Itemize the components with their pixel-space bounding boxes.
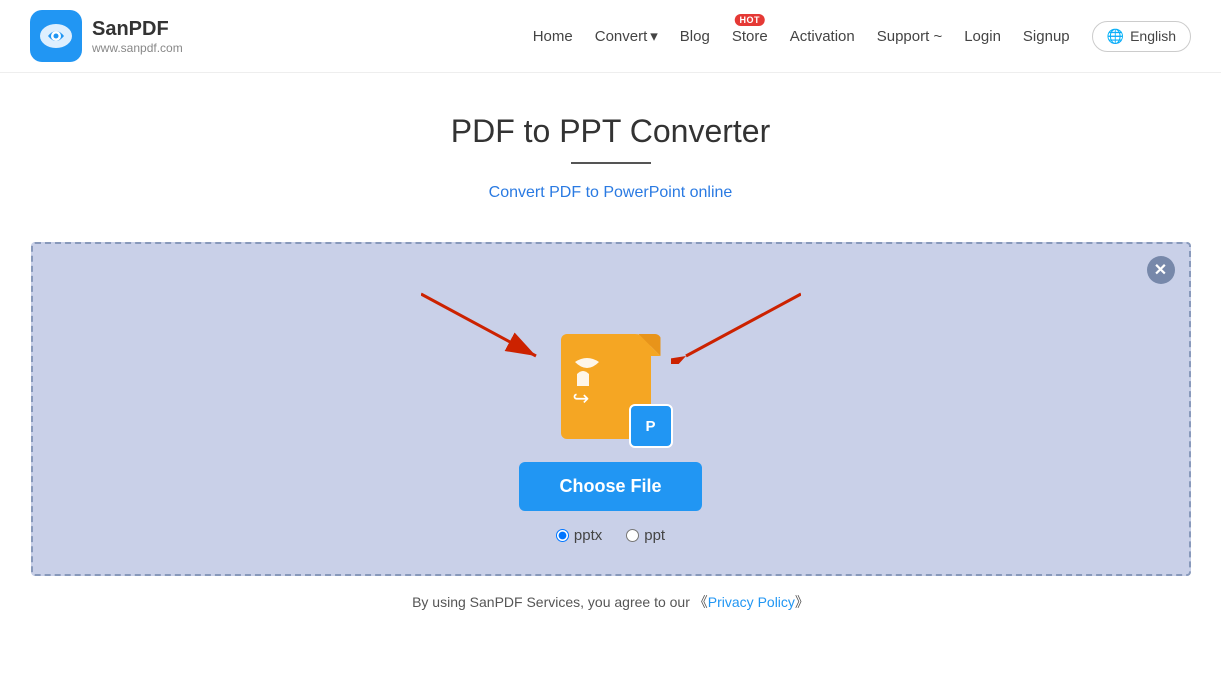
footer-note-prefix: By using SanPDF Services, you agree to o… xyxy=(412,594,708,610)
language-button[interactable]: 🌐 English xyxy=(1092,21,1191,52)
ppt-badge: P xyxy=(629,404,673,448)
page-title: PDF to PPT Converter xyxy=(20,113,1201,150)
logo-text: SanPDF www.sanpdf.com xyxy=(92,18,183,55)
logo-title: SanPDF xyxy=(92,18,183,41)
hot-badge: HOT xyxy=(735,14,766,26)
nav-signup[interactable]: Signup xyxy=(1023,28,1070,45)
pptx-label: pptx xyxy=(574,527,602,544)
title-underline xyxy=(571,162,651,164)
nav-login[interactable]: Login xyxy=(964,28,1001,45)
file-icon: ↪ P xyxy=(561,334,661,444)
nav-store[interactable]: Store xyxy=(732,28,768,45)
nav-support[interactable]: Support ~ xyxy=(877,28,942,45)
drop-inner: ↪ P Choose File pptx ppt xyxy=(63,274,1159,544)
nav-home[interactable]: Home xyxy=(533,28,573,45)
nav-activation[interactable]: Activation xyxy=(790,28,855,45)
language-label: English xyxy=(1130,28,1176,44)
convert-arrow-symbol: ↪ xyxy=(573,386,590,411)
footer-note-suffix: 》 xyxy=(795,594,809,610)
ppt-label: ppt xyxy=(644,527,665,544)
pptx-radio-label[interactable]: pptx xyxy=(556,527,602,544)
logo-subtitle: www.sanpdf.com xyxy=(92,41,183,55)
globe-icon: 🌐 xyxy=(1107,28,1124,45)
privacy-policy-link[interactable]: Privacy Policy xyxy=(708,594,795,610)
main-content: PDF to PPT Converter Convert PDF to Powe… xyxy=(0,73,1221,632)
ppt-radio[interactable] xyxy=(626,529,639,542)
site-header: SanPDF www.sanpdf.com Home Convert ▾ Blo… xyxy=(0,0,1221,73)
logo-icon xyxy=(30,10,82,62)
nav-convert[interactable]: Convert ▾ xyxy=(595,27,658,45)
left-arrow-icon xyxy=(421,284,551,364)
page-subtitle: Convert PDF to PowerPoint online xyxy=(20,184,1201,202)
ppt-radio-label[interactable]: ppt xyxy=(626,527,665,544)
right-arrow-icon xyxy=(671,284,801,364)
pptx-radio[interactable] xyxy=(556,529,569,542)
nav-blog[interactable]: Blog xyxy=(680,28,710,45)
main-nav: Home Convert ▾ Blog HOT Store Activation… xyxy=(533,21,1191,52)
format-radio-group: pptx ppt xyxy=(556,527,665,544)
footer-note: By using SanPDF Services, you agree to o… xyxy=(20,592,1201,612)
drop-zone[interactable]: ✕ xyxy=(31,242,1191,576)
logo-area: SanPDF www.sanpdf.com xyxy=(30,10,183,62)
nav-store-wrap: HOT Store xyxy=(732,28,768,45)
choose-file-button[interactable]: Choose File xyxy=(519,462,701,511)
